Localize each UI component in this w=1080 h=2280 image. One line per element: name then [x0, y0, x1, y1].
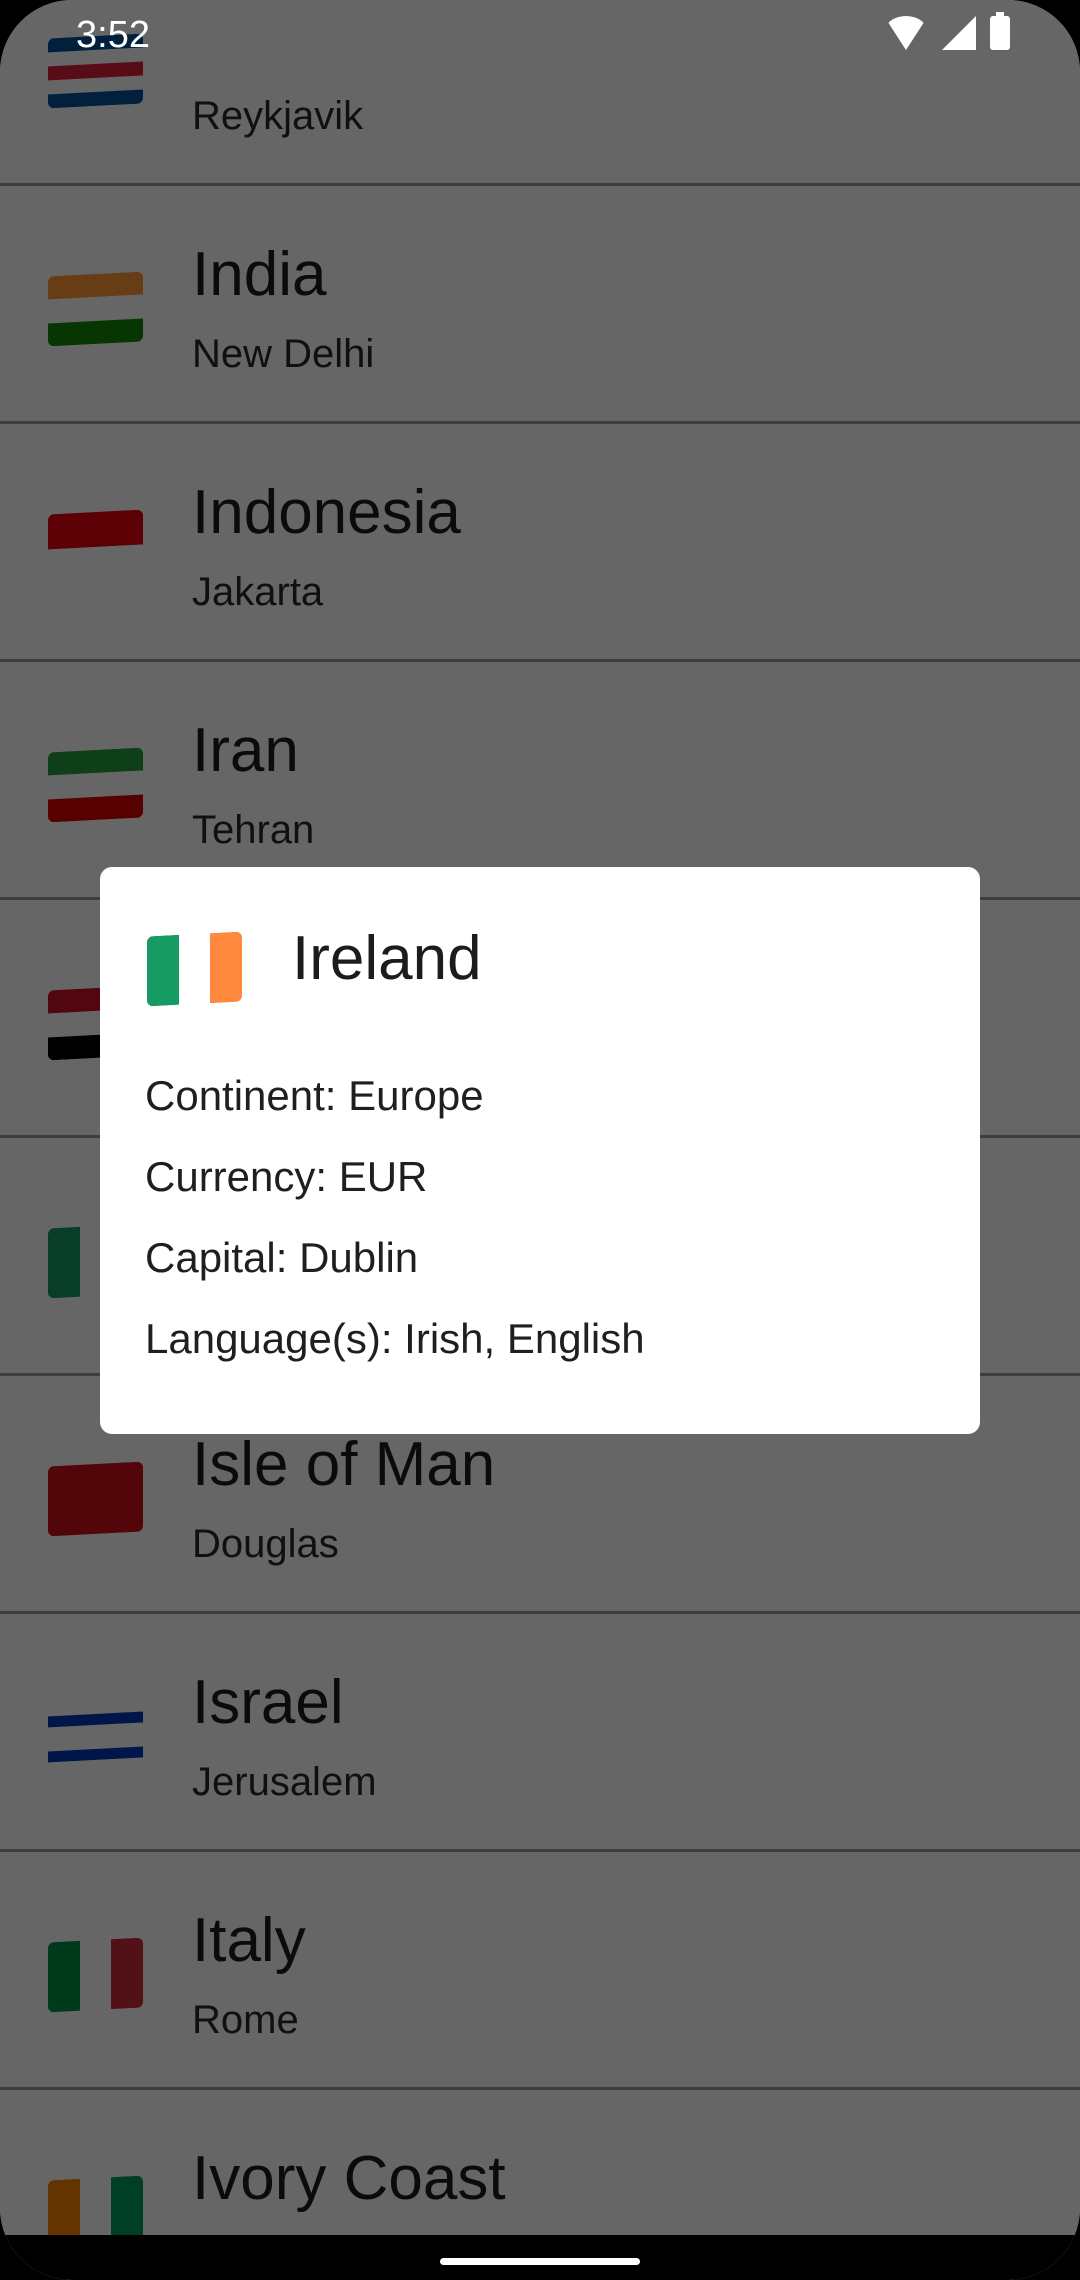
ireland-flag-icon — [147, 931, 242, 1007]
screen: ReykjavikIndiaNew DelhiIndonesiaJakartaI… — [0, 0, 1080, 2280]
status-icons — [884, 12, 1010, 50]
cellular-signal-icon — [942, 16, 976, 50]
status-time: 3:52 — [76, 14, 150, 56]
continent-text: Continent: Europe — [145, 1072, 484, 1119]
capital-text: Capital: Dublin — [145, 1234, 419, 1281]
languages-text: Language(s): Irish, English — [145, 1315, 645, 1362]
dialog-title: Ireland — [292, 924, 482, 993]
home-gesture-handle[interactable] — [440, 2258, 640, 2265]
status-bar: 3:52 — [0, 0, 1080, 70]
country-detail-dialog[interactable]: Ireland Continent: Europe Currency: EUR … — [100, 867, 980, 1434]
currency-text: Currency: EUR — [145, 1153, 428, 1200]
battery-icon — [990, 12, 1010, 50]
wifi-icon — [884, 16, 928, 50]
